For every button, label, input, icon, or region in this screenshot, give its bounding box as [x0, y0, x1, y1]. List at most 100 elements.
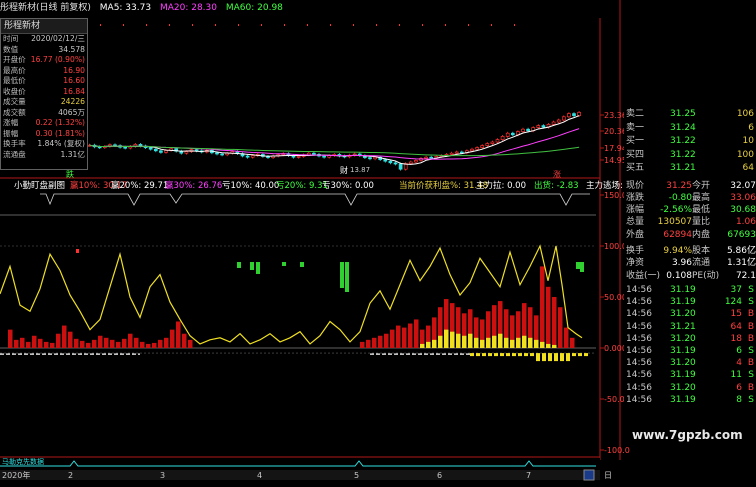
info-value: 16.84 [63, 86, 85, 96]
timeline-month: 4 [257, 471, 262, 480]
chart-title-bar: 彤程新材(日线 前复权) MA5: 33.73 MA20: 28.30 MA60… [0, 0, 430, 16]
chip-bar-red [92, 339, 97, 348]
info-row: 时间 2020/02/12/三 [1, 34, 87, 45]
green-bar [250, 262, 254, 270]
stat-label: PE(动) [692, 270, 720, 281]
order-book-label: 卖二 [626, 109, 645, 119]
tick-flag: S [748, 394, 754, 405]
indicator-legend-item: 出货: -2.83 [534, 181, 579, 191]
timeline-corner-label: 日 [604, 471, 612, 480]
green-bar [576, 262, 580, 269]
candle [368, 157, 372, 160]
tick-volume: 37 [730, 284, 742, 295]
green-bar [340, 262, 344, 288]
event-dot [514, 24, 515, 26]
info-value: 24226 [60, 97, 85, 106]
stat-value: 1.06 [735, 217, 756, 228]
candle [526, 128, 530, 132]
candle [388, 160, 393, 164]
chip-bar-negative [560, 353, 564, 362]
chip-bar-red [564, 327, 569, 348]
stats-row: 净资 3.96 流通 1.31亿 [624, 257, 756, 269]
candle [561, 116, 566, 121]
indicator-name[interactable]: 小勤盯盘副图 [14, 180, 65, 192]
info-row: 收盘价 16.84 [1, 87, 87, 98]
event-dot [284, 24, 285, 26]
chip-bar-yellow [432, 339, 437, 348]
event-dot [422, 24, 423, 26]
info-key: 时间 [3, 34, 19, 43]
tick-row: 14:56 31.19 6 S [624, 345, 756, 357]
candle [184, 151, 189, 154]
candle [429, 156, 434, 159]
stat-label: 外盘 [626, 229, 645, 240]
chip-bar-red [182, 333, 187, 348]
chip-bar-negative [542, 353, 546, 362]
chip-bar-red [158, 339, 163, 348]
die-marker: 跌 [66, 169, 74, 179]
info-value: 0.30 (1.81%) [35, 128, 85, 138]
stat-label: 流通 [692, 258, 711, 269]
candle [541, 125, 546, 128]
candle [470, 148, 474, 152]
stat-label: 总量 [626, 217, 645, 228]
candle [505, 132, 510, 137]
tick-volume: 18 [730, 333, 742, 344]
chip-bar-yellow [528, 337, 533, 348]
green-bar [300, 262, 304, 267]
info-row: 最高价 16.90 [1, 66, 87, 77]
chip-bar-red [98, 335, 103, 348]
tick-time: 14:56 [626, 345, 652, 356]
candle [215, 152, 219, 155]
candle [459, 151, 464, 154]
tick-flag: S [748, 345, 754, 356]
chip-bar-yellow [462, 335, 467, 348]
signal-line [40, 193, 590, 206]
candle [449, 152, 454, 155]
scroll-button [583, 469, 595, 481]
tick-row: 14:56 31.19 8 S [624, 394, 756, 406]
info-key: 涨幅 [3, 118, 19, 127]
chip-bar-red [360, 341, 365, 348]
tick-time: 14:56 [626, 284, 652, 295]
chip-bar-yellow [552, 344, 557, 348]
event-dot [215, 24, 216, 26]
order-book-row: 买一 31.22 10 [624, 135, 756, 147]
indicator-legend-item: 主力拉: 0.00 [476, 181, 526, 191]
tick-row: 14:56 31.19 37 S [624, 284, 756, 296]
chip-bar-red [558, 307, 563, 348]
info-row: 成交额 4065万 [1, 108, 87, 119]
candle [577, 112, 581, 116]
candle [393, 162, 398, 165]
stat-value: 33.06 [730, 192, 756, 203]
watermark: www.7gpzb.com [632, 428, 743, 442]
info-value: 1.31亿 [60, 149, 85, 159]
chip-bar-red [546, 286, 551, 348]
stock-title[interactable]: 彤程新材(日线 前复权) [0, 3, 91, 13]
event-dot [100, 24, 101, 26]
tick-volume: 124 [724, 297, 742, 308]
info-key: 流通盘 [3, 149, 26, 159]
chip-bar-red [170, 329, 175, 348]
order-book-label: 卖一 [626, 122, 645, 133]
info-row: 数值 34.578 [1, 45, 87, 56]
chip-bar-yellow [480, 339, 485, 348]
order-book-volume: 6 [748, 122, 754, 133]
stats-row: 涨幅 -2.56% 最低 30.68 [624, 204, 756, 216]
candle [480, 145, 485, 148]
stat-label: 股本 [692, 246, 711, 256]
stat-value: 30.68 [730, 205, 756, 216]
info-key: 数值 [3, 44, 19, 54]
chip-bar-negative [530, 353, 534, 357]
info-value: 2020/02/12/三 [31, 34, 85, 43]
chip-bar-red [128, 333, 133, 348]
stat-value: 31.25 [666, 180, 692, 191]
tick-price: 31.20 [670, 309, 696, 320]
chip-bar-red [552, 297, 557, 348]
indicator-axis-label: -100.0 [604, 446, 630, 455]
stat-label: 最高 [692, 192, 711, 203]
candle [383, 159, 388, 162]
candle [521, 128, 525, 132]
candle [148, 147, 153, 150]
indicator-legend-item: 赢30%: 26.76 [165, 181, 223, 191]
